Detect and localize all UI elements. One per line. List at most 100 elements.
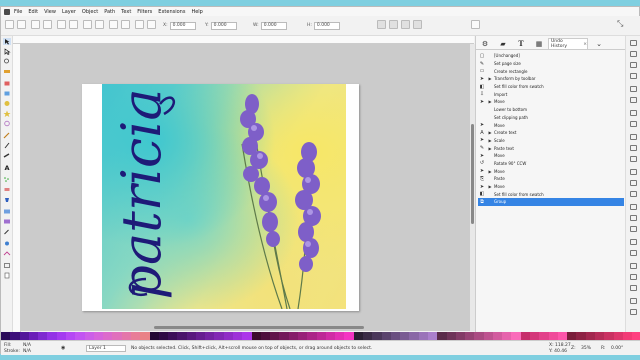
color-swatch[interactable] xyxy=(372,332,382,340)
document-page[interactable]: patricia xyxy=(82,84,359,311)
vertical-scroll-thumb[interactable] xyxy=(471,124,474,224)
layers-icon[interactable] xyxy=(630,285,637,291)
history-row[interactable]: ➤ Move xyxy=(478,121,624,129)
history-row[interactable]: ➤ ▶ Move xyxy=(478,167,624,175)
raise-icon[interactable] xyxy=(109,20,118,29)
tweak-tool-icon[interactable] xyxy=(3,240,11,247)
color-swatch[interactable] xyxy=(632,332,640,340)
flip-v-icon[interactable] xyxy=(95,20,104,29)
menu-help[interactable]: Help xyxy=(191,9,202,15)
bucket-tool-icon[interactable] xyxy=(3,196,11,203)
flip-h-icon[interactable] xyxy=(83,20,92,29)
color-swatch[interactable] xyxy=(344,332,354,340)
zoom-value[interactable]: 35% xyxy=(581,346,591,351)
undo-icon[interactable] xyxy=(630,110,637,116)
align-distribute-icon[interactable] xyxy=(630,309,637,315)
node-tool-icon[interactable] xyxy=(3,48,11,55)
color-swatch[interactable] xyxy=(362,332,373,340)
color-swatch[interactable] xyxy=(186,332,196,340)
color-swatch[interactable] xyxy=(251,332,261,340)
history-row[interactable]: ⧉ Group xyxy=(478,198,624,206)
lower-icon[interactable] xyxy=(121,20,130,29)
color-swatch[interactable] xyxy=(205,332,215,340)
color-swatch[interactable] xyxy=(446,332,456,340)
xml-editor-icon[interactable] xyxy=(630,298,637,304)
color-swatch[interactable] xyxy=(158,332,169,340)
y-input[interactable]: 0.000 xyxy=(210,21,237,30)
color-swatch[interactable] xyxy=(75,332,85,340)
horizontal-scroll-thumb[interactable] xyxy=(154,326,364,329)
color-swatch[interactable] xyxy=(604,332,614,340)
color-swatch[interactable] xyxy=(260,332,271,340)
open-icon[interactable] xyxy=(17,20,26,29)
color-swatch[interactable] xyxy=(418,332,428,340)
open-file-icon[interactable] xyxy=(630,51,637,57)
color-swatch[interactable] xyxy=(112,332,122,340)
print-icon[interactable] xyxy=(630,73,637,79)
color-swatch[interactable] xyxy=(576,332,586,340)
snap-toggle-icon[interactable]: ⤡ xyxy=(617,19,623,29)
cut-icon[interactable] xyxy=(630,145,637,151)
select-same-icon[interactable] xyxy=(43,20,52,29)
color-swatch[interactable] xyxy=(84,332,94,340)
unlink-icon[interactable] xyxy=(630,226,637,232)
color-swatch[interactable] xyxy=(567,332,577,340)
measure-tool-icon[interactable] xyxy=(3,68,11,75)
spray-tool-icon[interactable] xyxy=(3,176,11,183)
color-swatch[interactable] xyxy=(47,332,57,340)
h-input[interactable]: 0.000 xyxy=(313,21,340,30)
ungroup-icon[interactable] xyxy=(630,250,637,256)
history-row[interactable]: ➤ ▶ Transform by toolbar xyxy=(478,75,624,83)
canvas[interactable]: patricia xyxy=(21,44,471,331)
history-row[interactable]: ↺ Rotate 90° CCW xyxy=(478,160,624,168)
star-tool-icon[interactable] xyxy=(3,110,11,117)
color-swatch[interactable] xyxy=(56,332,66,340)
color-swatch[interactable] xyxy=(390,332,401,340)
text-tool-icon[interactable]: A xyxy=(3,164,11,172)
color-swatch[interactable] xyxy=(288,332,298,340)
color-swatch[interactable] xyxy=(381,332,391,340)
color-swatch[interactable] xyxy=(1,332,11,340)
color-swatch[interactable] xyxy=(149,332,159,340)
color-swatch[interactable] xyxy=(168,332,178,340)
history-row[interactable]: Set clipping path xyxy=(478,114,624,122)
color-swatch[interactable] xyxy=(622,332,633,340)
horizontal-ruler[interactable] xyxy=(13,36,474,44)
rotate-cw-icon[interactable] xyxy=(69,20,78,29)
new-icon[interactable] xyxy=(630,40,637,46)
pencil-tool-icon[interactable] xyxy=(3,132,11,139)
rotate-ccw-icon[interactable] xyxy=(57,20,66,29)
history-row[interactable]: ➤ ▶ Move xyxy=(478,183,624,191)
history-row[interactable]: ✎ Set page size xyxy=(478,60,624,68)
expander-icon[interactable]: ▶ xyxy=(486,169,494,174)
rotation-value[interactable]: 0.00° xyxy=(611,346,623,351)
history-row[interactable]: A ▶ Create text xyxy=(478,129,624,137)
color-swatch[interactable] xyxy=(502,332,512,340)
history-row[interactable]: ➤ Move xyxy=(478,152,624,160)
command-palette-icon[interactable] xyxy=(471,20,480,29)
history-row[interactable]: ➤ ▶ Scale xyxy=(478,137,624,145)
text-tab-icon[interactable]: T xyxy=(512,38,530,49)
redo-icon[interactable] xyxy=(630,121,637,127)
menu-edit[interactable]: Edit xyxy=(28,9,38,15)
color-swatch[interactable] xyxy=(10,332,20,340)
expander-icon[interactable]: ▶ xyxy=(486,99,494,104)
fill-stroke-tab-icon[interactable]: ▰ xyxy=(494,38,512,49)
color-swatch[interactable] xyxy=(353,332,363,340)
color-swatch[interactable] xyxy=(539,332,549,340)
save-icon[interactable] xyxy=(630,62,637,68)
color-swatch[interactable] xyxy=(400,332,410,340)
spiral-tool-icon[interactable] xyxy=(3,120,11,127)
color-swatch[interactable] xyxy=(613,332,623,340)
expander-icon[interactable]: ▶ xyxy=(486,130,494,135)
artwork-image[interactable]: patricia xyxy=(102,84,346,309)
fill-value[interactable]: N/A xyxy=(23,343,31,348)
align-icon[interactable] xyxy=(135,20,144,29)
select-all-icon[interactable] xyxy=(31,20,40,29)
history-row[interactable]: ⎘ Paste xyxy=(478,175,624,183)
connector-tool-icon[interactable] xyxy=(3,250,11,257)
history-row[interactable]: ➤ ▶ Move xyxy=(478,98,624,106)
selector-tool-icon[interactable] xyxy=(3,38,11,45)
color-swatch[interactable] xyxy=(195,332,206,340)
color-swatch[interactable] xyxy=(121,332,131,340)
